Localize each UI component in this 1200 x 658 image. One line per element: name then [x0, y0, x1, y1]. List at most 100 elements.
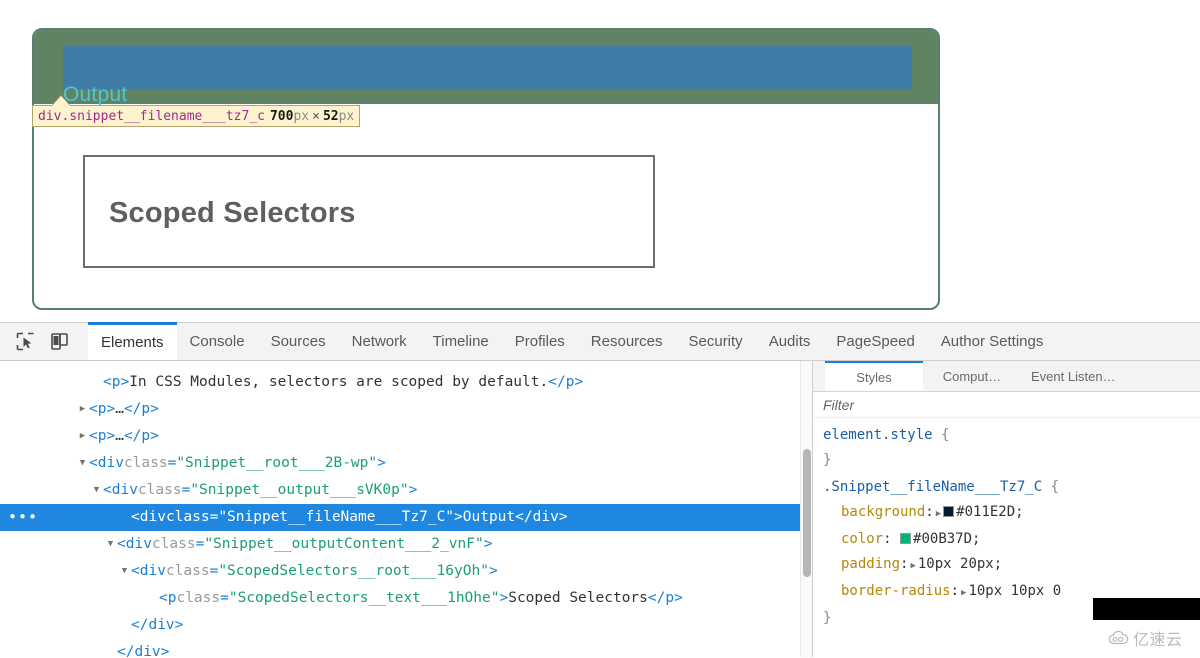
tab-console[interactable]: Console: [177, 323, 258, 360]
dom-attr-val: "Snippet__root___2B-wp": [176, 450, 377, 477]
color-swatch[interactable]: [900, 533, 911, 544]
dom-punct: <: [89, 450, 98, 477]
cloud-logo-icon: [1107, 630, 1129, 646]
dom-tree-scrollbar[interactable]: [800, 361, 812, 657]
dom-txt: …: [115, 423, 124, 450]
tab-author-settings[interactable]: Author Settings: [928, 323, 1057, 360]
tooltip-times-symbol: ×: [309, 110, 323, 123]
disclosure-spacer: [118, 612, 131, 639]
dom-tree-row[interactable]: ▼<div class="Snippet__outputContent___2_…: [0, 531, 812, 558]
tab-label: PageSpeed: [836, 333, 914, 350]
row-ellipsis-icon: •••: [8, 510, 38, 525]
tab-label: Security: [689, 333, 743, 350]
css-property-name[interactable]: border-radius: [841, 583, 951, 599]
styles-subtab-styles[interactable]: Styles: [825, 361, 923, 391]
dom-tree-row[interactable]: ▶<p>…</p>: [0, 396, 812, 423]
dom-punct: >: [574, 369, 583, 396]
dom-tag: p: [665, 585, 674, 612]
tab-label: Timeline: [433, 333, 489, 350]
disclosure-triangle-expanded-icon[interactable]: ▼: [118, 558, 131, 585]
dom-tree-scrollbar-thumb[interactable]: [803, 449, 811, 577]
css-property-value[interactable]: 10px 10px 0: [968, 583, 1061, 599]
device-toolbar-icon[interactable]: [42, 323, 76, 360]
dom-tree: <p>In CSS Modules, selectors are scoped …: [0, 361, 812, 657]
inspect-element-icon[interactable]: [8, 323, 42, 360]
dom-punct: >: [106, 396, 115, 423]
dom-tag: div: [134, 639, 160, 657]
dom-punct: >: [175, 612, 184, 639]
css-property-name[interactable]: background: [841, 504, 925, 520]
dom-tag: div: [98, 450, 124, 477]
css-property-name[interactable]: color: [841, 531, 883, 547]
tab-audits[interactable]: Audits: [756, 323, 824, 360]
dom-punct: =: [210, 504, 219, 531]
dom-tree-row[interactable]: </div>: [0, 612, 812, 639]
css-value-expand-triangle-icon[interactable]: ▶: [934, 509, 943, 519]
color-swatch[interactable]: [943, 506, 954, 517]
scoped-selectors-heading: Scoped Selectors: [109, 197, 356, 230]
css-close-brace: }: [823, 448, 1200, 473]
dom-tree-row[interactable]: </div>: [0, 639, 812, 657]
dom-tag: div: [126, 531, 152, 558]
css-open-brace: {: [941, 427, 949, 443]
dom-punct: =: [210, 558, 219, 585]
dom-punct: =: [168, 450, 177, 477]
snippet-filename-label: Output: [63, 84, 127, 105]
dom-attr-val: "ScopedSelectors__text___1hOhe": [229, 585, 500, 612]
dom-punct: >: [454, 504, 463, 531]
tooltip-height-value: 52: [323, 110, 339, 123]
disclosure-triangle-expanded-icon[interactable]: ▼: [90, 477, 103, 504]
css-property-value[interactable]: 10px 20px;: [918, 556, 1002, 572]
watermark-text: 亿速云: [1133, 626, 1183, 650]
css-declaration[interactable]: background:▶#011E2D;: [823, 500, 1200, 527]
dom-tree-row[interactable]: <p>In CSS Modules, selectors are scoped …: [0, 369, 812, 396]
css-open-brace: {: [1051, 479, 1059, 495]
devtools-toolbar: Elements Console SourcesNetwork Timeline Pro…: [0, 323, 1200, 361]
disclosure-triangle-expanded-icon[interactable]: ▼: [76, 450, 89, 477]
styles-subtab-comput-[interactable]: Comput…: [923, 361, 1021, 391]
tab-timeline[interactable]: Timeline: [420, 323, 502, 360]
css-property-name[interactable]: padding: [841, 556, 900, 572]
styles-subtab-bar: StylesComput… Event Listen…: [813, 361, 1200, 392]
dom-punct: <: [103, 477, 112, 504]
dom-tree-row[interactable]: ▶<p>…</p>: [0, 423, 812, 450]
tab-elements[interactable]: Elements: [88, 322, 177, 360]
dom-tree-row[interactable]: ▼<div class="Snippet__output___sVK0p">: [0, 477, 812, 504]
disclosure-triangle-expanded-icon[interactable]: ▼: [104, 531, 117, 558]
css-declaration[interactable]: padding:▶10px 20px;: [823, 552, 1200, 579]
dom-tag: p: [168, 585, 177, 612]
tab-label: Author Settings: [941, 333, 1044, 350]
tooltip-width-value: 700: [270, 110, 293, 123]
tooltip-width-unit: px: [293, 110, 309, 123]
css-property-value[interactable]: #011E2D;: [956, 504, 1023, 520]
css-rule: element.style {}: [823, 423, 1200, 473]
tab-profiles[interactable]: Profiles: [502, 323, 578, 360]
tab-pagespeed[interactable]: PageSpeed: [823, 323, 927, 360]
css-selector[interactable]: element.style: [823, 427, 933, 443]
css-rule-header: element.style {: [823, 423, 1200, 448]
tooltip-height-unit: px: [339, 110, 355, 123]
dom-punct: </: [124, 423, 141, 450]
dom-tree-row[interactable]: ▼<div class="Snippet__root___2B-wp">: [0, 450, 812, 477]
styles-subtab-event-listen-[interactable]: Event Listen…: [1021, 361, 1126, 391]
css-selector[interactable]: .Snippet__fileName___Tz7_C: [823, 479, 1042, 495]
disclosure-triangle-collapsed-icon[interactable]: ▶: [76, 423, 89, 450]
styles-filter-input[interactable]: Filter: [813, 392, 1200, 418]
dom-tree-row[interactable]: ▼<div class="ScopedSelectors__root___16y…: [0, 558, 812, 585]
dom-punct: >: [106, 423, 115, 450]
tab-resources[interactable]: Resources: [578, 323, 676, 360]
tab-security[interactable]: Security: [676, 323, 756, 360]
disclosure-triangle-collapsed-icon[interactable]: ▶: [76, 396, 89, 423]
dom-tree-pane: <p>In CSS Modules, selectors are scoped …: [0, 361, 812, 657]
css-property-value[interactable]: #00B37D;: [913, 531, 980, 547]
dom-tag: p: [98, 423, 107, 450]
tab-label: Console: [190, 333, 245, 350]
dom-tree-row-selected[interactable]: ••• <div class="Snippet__fileName___Tz7_…: [0, 504, 812, 531]
tab-network[interactable]: Network: [339, 323, 420, 360]
styles-subtab-label: Event Listen…: [1031, 369, 1116, 384]
css-declaration[interactable]: color: #00B37D;: [823, 527, 1200, 552]
dom-tree-row[interactable]: <p class="ScopedSelectors__text___1hOhe"…: [0, 585, 812, 612]
css-value-expand-triangle-icon[interactable]: ▶: [908, 561, 917, 571]
tab-sources[interactable]: Sources: [258, 323, 339, 360]
dom-tag: p: [141, 396, 150, 423]
